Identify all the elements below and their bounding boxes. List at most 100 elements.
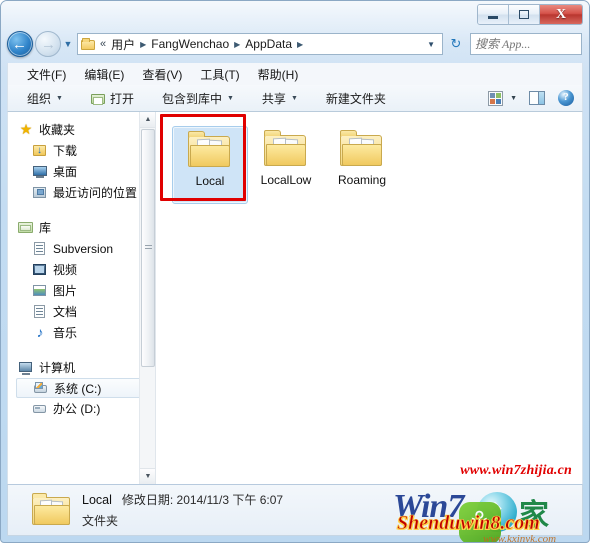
chevron-down-icon: ▼	[56, 94, 63, 102]
sidebar-item-label: 图片	[53, 284, 78, 298]
scroll-up-button[interactable]: ▲	[140, 112, 155, 128]
menu-tools[interactable]: 工具(T)	[191, 64, 248, 85]
nav-group-computer[interactable]: 计算机	[8, 357, 155, 378]
chevron-right-icon[interactable]: ▶	[137, 40, 149, 49]
library-icon	[18, 220, 34, 235]
sidebar-item-label: 桌面	[53, 165, 78, 179]
share-button[interactable]: 共享 ▼	[255, 87, 305, 110]
maximize-icon	[519, 10, 529, 19]
close-icon: X	[555, 6, 567, 22]
chevron-down-icon: ▼	[226, 94, 234, 102]
nav-group-favorites[interactable]: ★ 收藏夹	[8, 119, 155, 140]
document-icon	[32, 241, 48, 256]
include-in-library-button[interactable]: 包含到库中 ▼	[155, 87, 241, 110]
sidebar-item-system-drive[interactable]: 系统 (C:)	[16, 378, 151, 398]
watermark-url: www.win7zhijia.cn	[460, 463, 572, 478]
view-layout-icon[interactable]	[488, 90, 504, 106]
sidebar-item-pictures[interactable]: 图片	[8, 280, 155, 301]
open-label: 打开	[109, 91, 134, 106]
new-folder-label: 新建文件夹	[325, 91, 386, 106]
picture-icon	[32, 283, 48, 298]
details-name: Local	[82, 493, 112, 507]
title-bar: X	[1, 1, 589, 27]
file-item-locallow[interactable]: LocalLow	[248, 126, 324, 204]
folder-icon	[264, 130, 308, 168]
file-item-roaming[interactable]: Roaming	[324, 126, 400, 204]
folder-icon	[340, 130, 384, 168]
scrollbar-thumb[interactable]	[141, 129, 155, 367]
menu-file[interactable]: 文件(F)	[18, 64, 75, 85]
navigation-scrollbar[interactable]: ▲ ▼	[139, 112, 155, 484]
details-line-1: Local 修改日期: 2014/11/3 下午 6:07	[82, 491, 283, 508]
chevron-down-icon[interactable]: ▼	[423, 40, 440, 49]
open-button[interactable]: 打开	[84, 87, 141, 110]
explorer-window: X ← → ▼ « 用户 ▶ FangWenchao ▶ AppData ▶ ▼…	[0, 0, 590, 543]
minimize-button[interactable]	[478, 5, 509, 24]
toolbar: 组织 ▼ 打开 包含到库中 ▼ 共享 ▼ 新建文件夹 ▼ ?	[7, 85, 583, 112]
close-button[interactable]: X	[540, 5, 582, 24]
breadcrumb-segment-users[interactable]: 用户	[109, 35, 137, 54]
chevron-down-icon[interactable]: ▼	[510, 95, 517, 102]
organize-button[interactable]: 组织 ▼	[20, 87, 70, 110]
sidebar-item-label: 办公 (D:)	[53, 402, 101, 416]
chevron-right-icon[interactable]: ▶	[231, 40, 243, 49]
drive-icon	[32, 401, 48, 416]
nav-group-label: 库	[39, 221, 52, 235]
sidebar-item-label: 最近访问的位置	[53, 186, 138, 200]
file-name-label: Local	[195, 174, 225, 188]
preview-pane-icon[interactable]	[529, 91, 545, 105]
sidebar-item-label: Subversion	[53, 241, 114, 256]
nav-group-libraries[interactable]: 库	[8, 217, 155, 238]
sidebar-item-documents[interactable]: 文档	[8, 301, 155, 322]
video-icon	[32, 262, 48, 277]
breadcrumb[interactable]: « 用户 ▶ FangWenchao ▶ AppData ▶ ▼	[77, 33, 443, 55]
breadcrumb-overflow-icon[interactable]: «	[100, 38, 106, 50]
menu-edit[interactable]: 编辑(E)	[75, 64, 133, 85]
share-label: 共享	[261, 91, 286, 106]
sidebar-item-videos[interactable]: 视频	[8, 259, 155, 280]
desktop-icon	[32, 164, 48, 179]
chevron-down-icon: ▼	[290, 94, 298, 102]
scroll-down-button[interactable]: ▼	[140, 468, 155, 484]
scrollbar-grip-icon	[144, 245, 152, 251]
nav-group-label: 计算机	[39, 361, 76, 375]
sidebar-item-office-drive[interactable]: 办公 (D:)	[8, 398, 155, 419]
maximize-button[interactable]	[509, 5, 540, 24]
details-type: 文件夹	[82, 514, 119, 528]
chevron-right-icon[interactable]: ▶	[294, 40, 306, 49]
menu-help[interactable]: 帮助(H)	[249, 64, 308, 85]
sidebar-item-label: 系统 (C:)	[54, 381, 102, 396]
menu-view[interactable]: 查看(V)	[133, 64, 191, 85]
download-folder-icon: ↓	[32, 143, 48, 158]
sidebar-item-downloads[interactable]: ↓ 下载	[8, 140, 155, 161]
nav-group-gap	[8, 203, 155, 217]
help-icon[interactable]: ?	[558, 90, 574, 106]
nav-group-label: 收藏夹	[39, 123, 76, 137]
recent-locations-button[interactable]: ▼	[61, 39, 75, 49]
refresh-button[interactable]: ↻	[445, 33, 467, 55]
open-folder-icon	[90, 92, 106, 105]
new-folder-button[interactable]: 新建文件夹	[319, 87, 393, 110]
sidebar-item-label: 下载	[53, 144, 78, 158]
file-item-local[interactable]: Local	[172, 126, 248, 204]
details-modified-date: 修改日期: 2014/11/3 下午 6:07	[121, 493, 284, 507]
address-bar: ← → ▼ « 用户 ▶ FangWenchao ▶ AppData ▶ ▼ ↻…	[1, 29, 589, 59]
search-input[interactable]	[475, 36, 589, 52]
details-pane: Local 修改日期: 2014/11/3 下午 6:07 文件夹	[7, 484, 583, 536]
search-box[interactable]: ⚲	[470, 33, 589, 55]
folder-icon	[32, 493, 72, 527]
breadcrumb-segment-appdata[interactable]: AppData	[243, 36, 294, 52]
forward-button[interactable]: →	[35, 31, 61, 57]
sidebar-item-recent-places[interactable]: 最近访问的位置	[8, 182, 155, 203]
file-list-pane[interactable]: Local LocalLow Roaming	[155, 112, 582, 484]
details-text: Local 修改日期: 2014/11/3 下午 6:07 文件夹	[82, 491, 283, 529]
sidebar-item-music[interactable]: ♪ 音乐	[8, 322, 155, 343]
sidebar-item-subversion[interactable]: Subversion	[8, 238, 155, 259]
breadcrumb-segment-fangwenchao[interactable]: FangWenchao	[149, 36, 231, 52]
back-button[interactable]: ←	[7, 31, 33, 57]
navigation-pane[interactable]: ★ 收藏夹 ↓ 下载 桌面 最近访问的位置 库 Subversion 视频 图片…	[8, 112, 155, 484]
document-icon	[32, 304, 48, 319]
sidebar-item-desktop[interactable]: 桌面	[8, 161, 155, 182]
sidebar-item-label: 视频	[53, 263, 78, 277]
refresh-icon: ↻	[450, 36, 462, 51]
